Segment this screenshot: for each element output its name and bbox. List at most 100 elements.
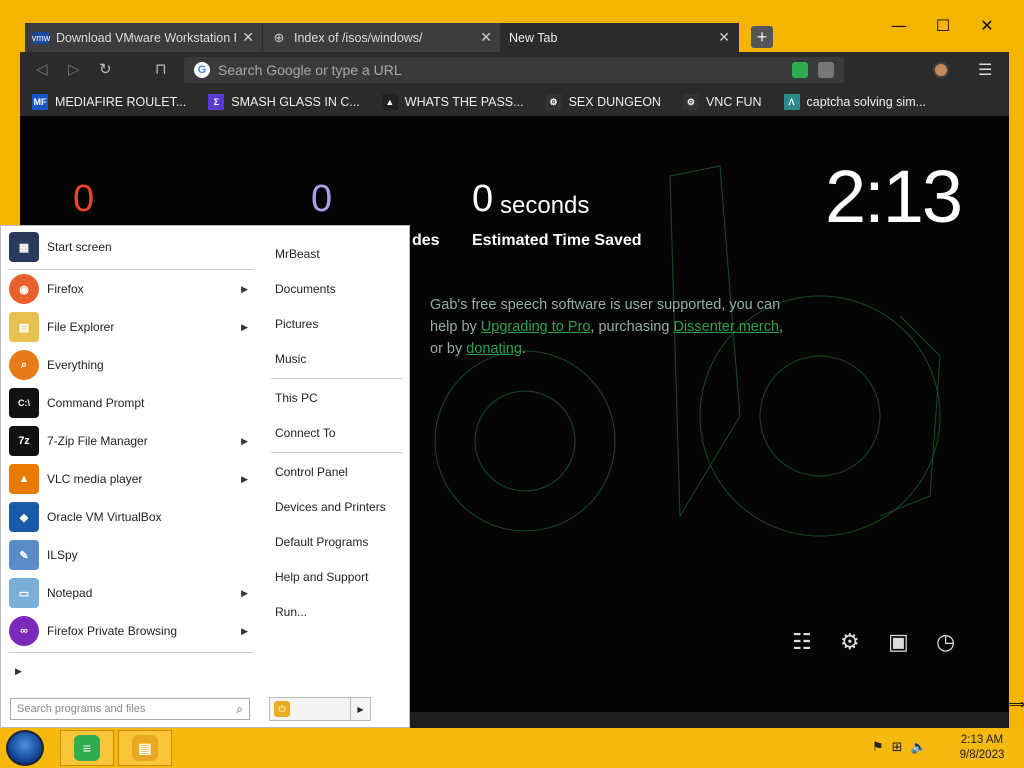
network-icon[interactable]: ⊞: [892, 740, 903, 755]
lambda-icon: Λ: [783, 94, 800, 110]
search-icon[interactable]: ⌕: [236, 702, 243, 717]
place-control-panel[interactable]: Control Panel: [275, 465, 348, 479]
bookmark-item[interactable]: ⚙ VNC FUN: [682, 94, 762, 110]
program-label: Command Prompt: [47, 396, 145, 410]
program-label: Firefox Private Browsing: [47, 624, 178, 638]
place-help-support[interactable]: Help and Support: [275, 570, 368, 584]
folder-icon: ▤: [9, 312, 39, 342]
tab-index-isos[interactable]: ⊕ Index of /isos/windows/ ✕: [263, 23, 501, 52]
taskbar-clock[interactable]: 2:13 AM 9/8/2023: [952, 733, 1012, 763]
shutdown-button[interactable]: ⏻ ▶: [269, 697, 371, 721]
program-label: 7-Zip File Manager: [47, 434, 148, 448]
shutdown-options-arrow[interactable]: ▶: [350, 698, 370, 720]
7zip-item[interactable]: 7z 7-Zip File Manager ▶: [9, 423, 254, 459]
system-tray: ⚑ ⊞ 🔈: [872, 740, 935, 755]
submenu-arrow-icon: ▶: [241, 587, 248, 598]
all-programs-arrow[interactable]: ▶: [15, 666, 22, 677]
time-text: 2:13 AM: [960, 734, 1004, 746]
divider: [271, 378, 403, 379]
avatar[interactable]: [933, 62, 949, 78]
ads-blocked-count: 0: [73, 178, 95, 220]
divider: [9, 652, 254, 653]
close-tab-icon[interactable]: ✕: [718, 29, 730, 46]
program-label: ILSpy: [47, 548, 78, 562]
address-placeholder: Search Google or type a URL: [218, 62, 402, 78]
virtualbox-item[interactable]: ◆ Oracle VM VirtualBox: [9, 499, 254, 535]
bookmark-item[interactable]: ⚙ SEX DUNGEON: [545, 94, 661, 110]
flag-icon[interactable]: ⚑: [872, 740, 884, 755]
forward-icon[interactable]: ▷: [68, 60, 80, 78]
partial-stat-label: des: [412, 232, 440, 249]
power-icon: ⏻: [274, 701, 290, 717]
terminal-icon: C:\: [9, 388, 39, 418]
close-tab-icon[interactable]: ✕: [242, 29, 254, 46]
ilspy-item[interactable]: ✎ ILSpy: [9, 537, 254, 573]
dissenter-merch-link[interactable]: Dissenter merch: [673, 319, 779, 335]
back-icon[interactable]: ◁: [36, 60, 48, 78]
triangle-icon: ▲: [381, 94, 398, 110]
support-message: Gab's free speech software is user suppo…: [430, 294, 790, 360]
gear-icon: ⚙: [682, 94, 699, 110]
start-screen-item[interactable]: ▦ Start screen: [9, 229, 254, 265]
volume-icon[interactable]: 🔈: [911, 740, 927, 755]
chat-app-icon: ≡: [74, 735, 100, 761]
globe-icon: ⊕: [273, 29, 285, 45]
file-explorer-item[interactable]: ▤ File Explorer ▶: [9, 309, 254, 345]
start-button[interactable]: [6, 730, 44, 766]
tab-new-tab[interactable]: New Tab ✕: [501, 23, 739, 52]
bookmark-item[interactable]: ▲ WHATS THE PASS...: [381, 94, 524, 110]
bookmark-label: SMASH GLASS IN C...: [231, 95, 360, 109]
notepad-item[interactable]: ▭ Notepad ▶: [9, 575, 254, 611]
upgrade-pro-link[interactable]: Upgrading to Pro: [481, 319, 591, 335]
firefox-private-item[interactable]: ∞ Firefox Private Browsing ▶: [9, 613, 254, 649]
tab-vmware[interactable]: vmw Download VMware Workstation Pl ✕: [25, 23, 263, 52]
command-prompt-item[interactable]: C:\ Command Prompt: [9, 385, 254, 421]
bookmark-item[interactable]: MF MEDIAFIRE ROULET...: [32, 94, 186, 110]
bookmark-label: MEDIAFIRE ROULET...: [55, 95, 187, 109]
place-mrbeast[interactable]: MrBeast: [275, 247, 320, 261]
everything-item[interactable]: ⌕ Everything: [9, 347, 254, 383]
tab-title: New Tab: [509, 30, 558, 45]
place-documents[interactable]: Documents: [275, 282, 336, 296]
minimize-button[interactable]: —: [877, 10, 921, 40]
taskbar-explorer-app[interactable]: ▤: [118, 730, 172, 766]
submenu-arrow-icon: ▶: [241, 321, 248, 332]
close-window-button[interactable]: ✕: [965, 10, 1009, 40]
sliders-icon[interactable]: ☷: [792, 630, 812, 655]
address-bar[interactable]: G Search Google or type a URL: [184, 57, 844, 83]
new-tab-button[interactable]: +: [751, 26, 773, 48]
history-icon[interactable]: ◷: [936, 630, 955, 655]
shield-icon[interactable]: [818, 62, 834, 78]
place-pictures[interactable]: Pictures: [275, 317, 318, 331]
menu-icon[interactable]: ☰: [978, 60, 992, 80]
tab-strip: vmw Download VMware Workstation Pl ✕ ⊕ I…: [25, 23, 773, 52]
search-programs-input[interactable]: Search programs and files ⌕: [10, 698, 250, 720]
reload-icon[interactable]: ↻: [99, 60, 112, 78]
donating-link[interactable]: donating: [466, 341, 522, 357]
place-this-pc[interactable]: This PC: [275, 391, 318, 405]
submenu-arrow-icon: ▶: [241, 473, 248, 484]
firefox-item[interactable]: ◉ Firefox ▶: [9, 271, 254, 307]
maximize-button[interactable]: ☐: [921, 10, 965, 40]
bookmark-item[interactable]: Σ SMASH GLASS IN C...: [208, 94, 360, 110]
gear-icon: ⚙: [545, 94, 562, 110]
place-connect-to[interactable]: Connect To: [275, 426, 336, 440]
bookmark-icon[interactable]: ⊓: [155, 60, 167, 78]
window-controls: — ☐ ✕: [877, 10, 1009, 42]
vlc-item[interactable]: ▲ VLC media player ▶: [9, 461, 254, 497]
place-run[interactable]: Run...: [275, 605, 307, 619]
taskbar-chat-app[interactable]: ≡: [60, 730, 114, 766]
bookmark-label: WHATS THE PASS...: [404, 95, 524, 109]
place-default-programs[interactable]: Default Programs: [275, 535, 368, 549]
tab-title: Index of /isos/windows/: [294, 30, 423, 45]
program-label: VLC media player: [47, 472, 143, 486]
clock: 2:13: [825, 155, 963, 238]
place-devices-printers[interactable]: Devices and Printers: [275, 500, 386, 514]
notepad-icon: ▭: [9, 578, 39, 608]
place-music[interactable]: Music: [275, 352, 306, 366]
bookmark-item[interactable]: Λcaptcha solving sim...: [783, 94, 926, 110]
extension-chat-icon[interactable]: [792, 62, 808, 78]
close-tab-icon[interactable]: ✕: [480, 29, 492, 46]
bookmarks-icon[interactable]: ▣: [888, 630, 909, 655]
gear-icon[interactable]: ⚙: [840, 630, 860, 655]
